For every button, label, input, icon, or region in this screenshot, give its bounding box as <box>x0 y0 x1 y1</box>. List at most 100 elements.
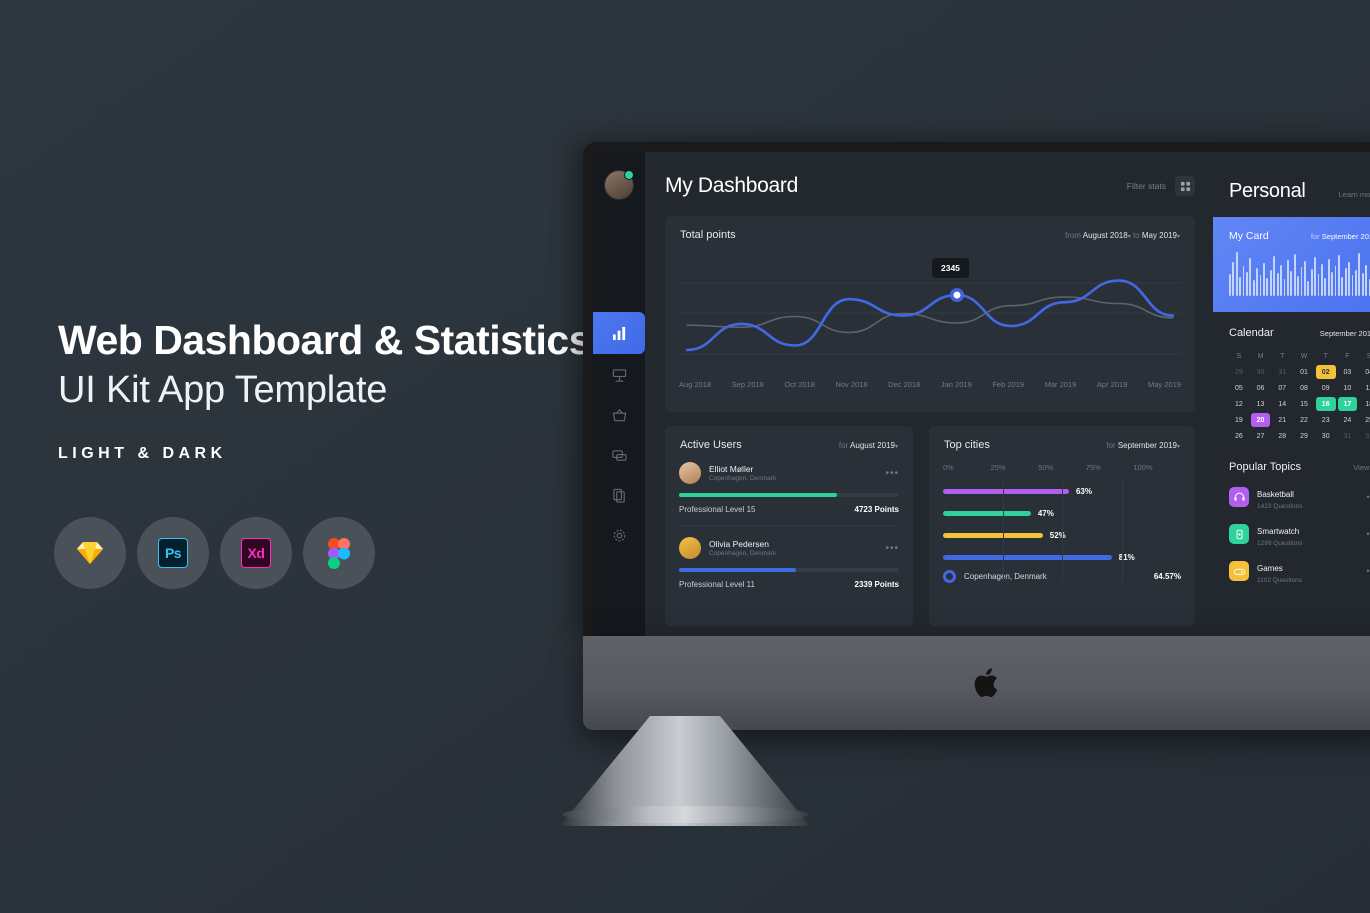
popular-topics-widget: Popular Topics View all Basketball 1423 Q… <box>1213 443 1370 584</box>
topic-more-button[interactable]: ••• <box>1367 492 1370 502</box>
topic-info: Smartwatch 1299 Questions <box>1257 521 1303 547</box>
x-axis-label: Mar 2019 <box>1044 380 1077 389</box>
calendar-day[interactable]: 25 <box>1359 413 1370 427</box>
x-axis-label: Feb 2019 <box>992 380 1025 389</box>
photoshop-icon: Ps <box>158 538 188 568</box>
mini-bar <box>1300 267 1303 296</box>
personal-title: Personal <box>1229 180 1306 202</box>
promo-tagline: LIGHT & DARK <box>58 445 227 463</box>
mini-bar <box>1344 268 1347 296</box>
from-value[interactable]: August 2018 <box>1083 231 1128 240</box>
calendar-day[interactable]: 29 <box>1229 365 1249 379</box>
gridline <box>1121 480 1123 582</box>
my-card-period[interactable]: for September 2019▾ <box>1311 232 1370 241</box>
calendar-day[interactable]: 26 <box>1229 429 1249 443</box>
calendar-day[interactable]: 17 <box>1337 397 1358 411</box>
to-label: to <box>1132 230 1140 240</box>
calendar-day[interactable]: 09 <box>1316 381 1336 395</box>
calendar-day[interactable]: 31 <box>1359 429 1370 443</box>
bar-chart-icon <box>612 326 625 340</box>
chevron-down-icon[interactable]: ▾ <box>1177 234 1180 240</box>
mini-bar <box>1348 262 1351 296</box>
x-axis-label: Oct 2018 <box>784 380 815 389</box>
calendar-day[interactable]: 24 <box>1338 413 1358 427</box>
mini-bar <box>1259 275 1262 296</box>
calendar-day[interactable]: 07 <box>1272 381 1292 395</box>
calendar-day-of-week: M <box>1257 353 1264 360</box>
sidebar-item-store[interactable] <box>593 396 645 434</box>
user-more-button[interactable]: ••• <box>885 468 899 479</box>
from-label: from <box>1064 230 1081 240</box>
calendar-day[interactable]: 28 <box>1272 429 1292 443</box>
calendar-day[interactable]: 06 <box>1251 381 1271 395</box>
calendar-day[interactable]: 02 <box>1315 365 1336 379</box>
chevron-down-icon[interactable]: ▾ <box>1128 234 1131 240</box>
calendar-day[interactable]: 20 <box>1250 413 1271 427</box>
calendar-day[interactable]: 11 <box>1359 381 1370 395</box>
calendar-day[interactable]: 31 <box>1338 429 1358 443</box>
calendar-day[interactable]: 01 <box>1294 365 1314 379</box>
period-value[interactable]: September 2019 <box>1320 329 1370 338</box>
filter-stats-button[interactable] <box>1175 176 1195 196</box>
period-value[interactable]: August 2019 <box>850 441 895 450</box>
calendar-day[interactable]: 16 <box>1315 397 1336 411</box>
calendar-day[interactable]: 19 <box>1229 413 1249 427</box>
user-row[interactable]: Olivia Pedersen Copenhagen, Denmark ••• Pro… <box>665 526 913 589</box>
top-cities-bars: 63% 47% 52% 81% Copenhagen, Denmark 64.57% <box>943 480 1181 592</box>
screen: My Dashboard Filter stats Total points f… <box>593 152 1370 636</box>
calendar-day-of-week: W <box>1300 353 1308 360</box>
calendar-day[interactable]: 08 <box>1294 381 1314 395</box>
topic-row[interactable]: Smartwatch 1299 Questions ••• <box>1229 521 1370 547</box>
calendar-day[interactable]: 12 <box>1229 397 1249 411</box>
calendar-day[interactable]: 18 <box>1359 397 1370 411</box>
period-value[interactable]: September 2019 <box>1322 232 1370 241</box>
calendar-day[interactable]: 31 <box>1272 365 1292 379</box>
sidebar-item-messages[interactable] <box>593 436 645 474</box>
view-all-link[interactable]: View all <box>1353 463 1370 472</box>
calendar-day[interactable]: 04 <box>1359 365 1370 379</box>
active-users-header: Active Users for August 2019▾ <box>665 426 913 451</box>
topic-row[interactable]: Games 1102 Questions ••• <box>1229 558 1370 584</box>
user-row[interactable]: Elliot Møller Copenhagen, Denmark ••• Profe… <box>665 451 913 526</box>
to-value[interactable]: May 2019 <box>1142 231 1177 240</box>
mini-bar <box>1283 279 1286 296</box>
calendar-day[interactable]: 30 <box>1316 429 1336 443</box>
calendar-day[interactable]: 03 <box>1338 365 1358 379</box>
calendar-day[interactable]: 30 <box>1251 365 1271 379</box>
apple-logo-icon <box>974 668 998 698</box>
mini-bar <box>1310 269 1313 296</box>
calendar-day[interactable]: 13 <box>1251 397 1271 411</box>
topic-more-button[interactable]: ••• <box>1367 529 1370 539</box>
personal-panel: Personal Learn more My Card for Septembe… <box>1213 152 1370 636</box>
calendar-day[interactable]: 15 <box>1294 397 1314 411</box>
sidebar-item-settings[interactable] <box>593 516 645 554</box>
chevron-down-icon[interactable]: ▾ <box>895 444 898 450</box>
city-bar-fill <box>943 554 1112 560</box>
user-more-button[interactable]: ••• <box>885 543 899 554</box>
calendar-day[interactable]: 29 <box>1294 429 1314 443</box>
sidebar-item-documents[interactable] <box>593 476 645 514</box>
x-axis-label: Sep 2018 <box>731 380 764 389</box>
sidebar-item-presentations[interactable] <box>593 356 645 394</box>
top-cities-period[interactable]: for September 2019▾ <box>1106 441 1180 450</box>
calendar-day[interactable]: 27 <box>1251 429 1271 443</box>
topic-more-button[interactable]: ••• <box>1367 566 1370 576</box>
legend-value: 64.57% <box>1153 572 1181 581</box>
topic-row[interactable]: Basketball 1423 Questions ••• <box>1229 484 1370 510</box>
learn-more-link[interactable]: Learn more <box>1339 190 1370 199</box>
calendar-day[interactable]: 14 <box>1272 397 1292 411</box>
top-cities-card: Top cities for September 2019▾ 0% 25% 50% 7… <box>929 426 1195 626</box>
sidebar-avatar[interactable] <box>604 170 634 200</box>
calendar-day[interactable]: 23 <box>1316 413 1336 427</box>
sidebar-item-statistics[interactable] <box>593 312 645 354</box>
mini-bar <box>1307 281 1310 296</box>
calendar-day[interactable]: 22 <box>1294 413 1314 427</box>
personal-header: Personal Learn more <box>1213 152 1370 203</box>
calendar-period[interactable]: September 2019▾ <box>1320 329 1370 338</box>
calendar-day[interactable]: 21 <box>1272 413 1292 427</box>
calendar-day[interactable]: 10 <box>1338 381 1358 395</box>
calendar-day[interactable]: 05 <box>1229 381 1249 395</box>
chevron-down-icon[interactable]: ▾ <box>1177 444 1180 450</box>
active-users-period[interactable]: for August 2019▾ <box>839 441 898 450</box>
period-value[interactable]: September 2019 <box>1118 441 1177 450</box>
